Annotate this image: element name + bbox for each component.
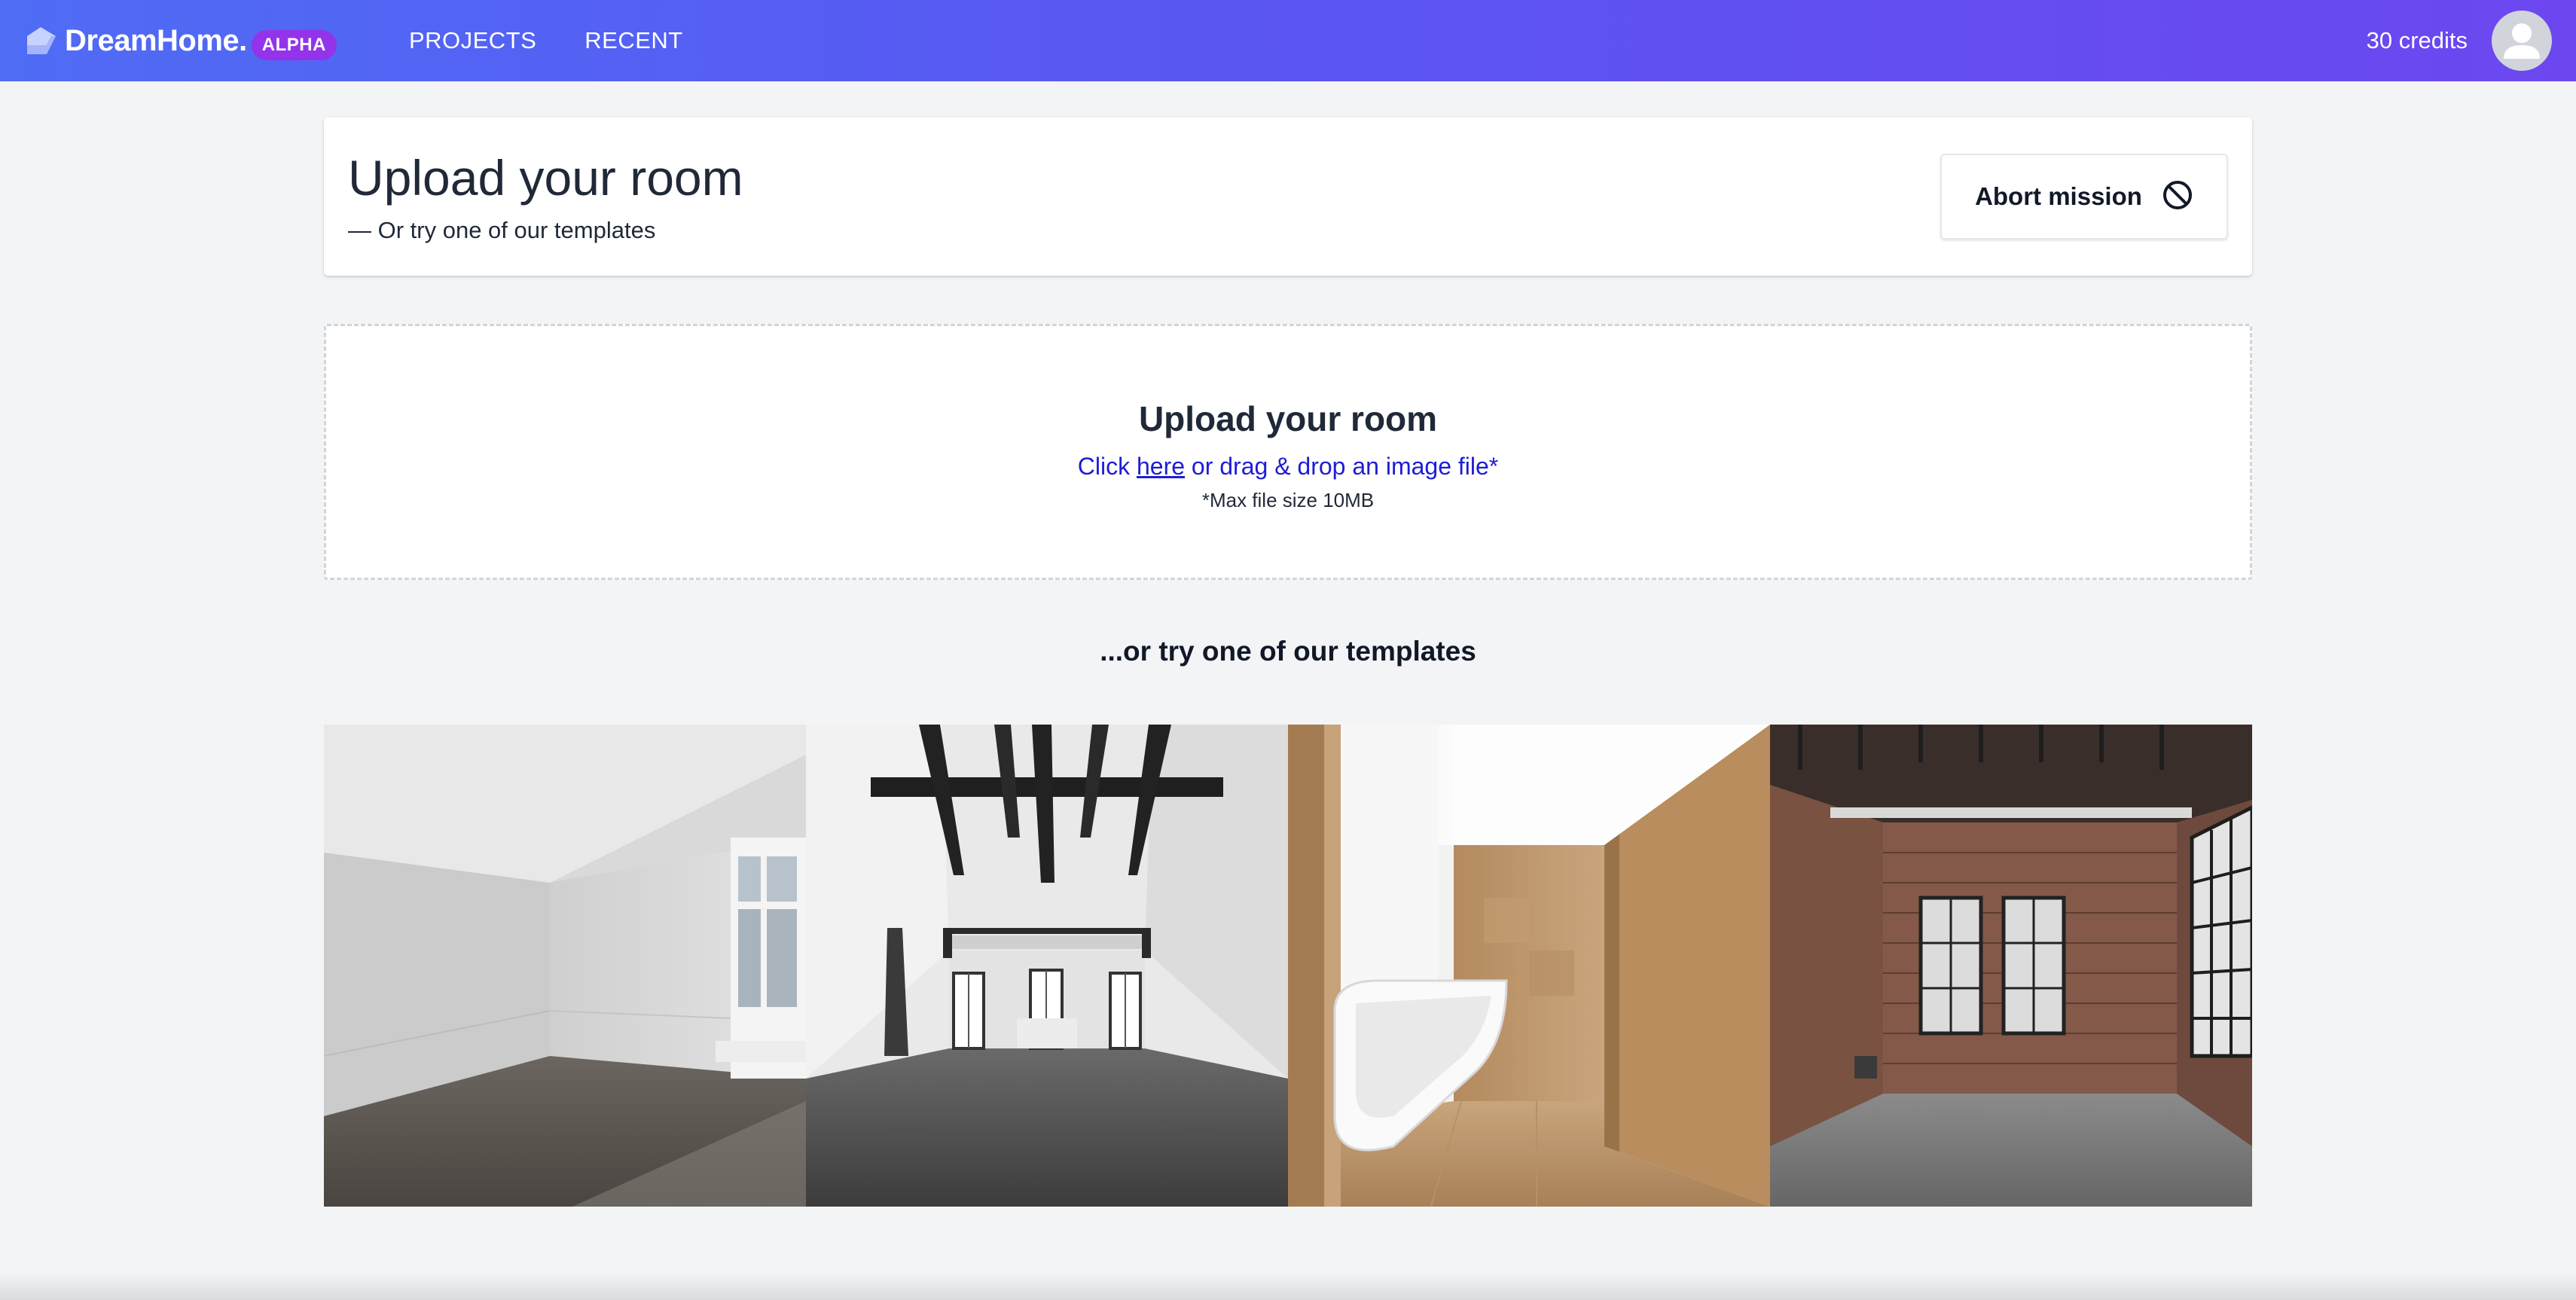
template-empty-white-room[interactable] [324,725,806,1207]
upload-here-link[interactable]: here [1137,453,1185,480]
page-subtitle: — Or try one of our templates [348,217,656,243]
page-header-card: Upload your room — Or try one of our tem… [324,117,2252,276]
max-file-size-note: *Max file size 10MB [1201,489,1375,511]
alpha-badge: ALPHA [251,30,337,60]
account-area: 30 credits [2367,0,2552,81]
house-arrow-icon [24,26,57,56]
template-attic-room[interactable] [806,725,1288,1207]
top-navigation-bar: DreamHome. ALPHA PROJECTS RECENT 30 cred… [0,0,2576,81]
brand-name: DreamHome. [65,23,247,57]
upload-title: Upload your room [1138,399,1438,438]
abort-mission-label: Abort mission [1975,182,2142,210]
prohibited-icon [2162,179,2193,215]
brand[interactable]: DreamHome. ALPHA [24,0,337,81]
main-nav: PROJECTS RECENT [409,27,683,54]
abort-mission-button[interactable]: Abort mission [1940,154,2228,240]
bottom-edge-shadow [0,1273,2576,1300]
templates-grid [324,725,2252,1207]
template-wood-bathroom[interactable] [1288,725,1770,1207]
credits-count: 30 credits [2366,27,2468,53]
nav-item-recent[interactable]: RECENT [584,27,682,54]
template-brick-loft[interactable] [1770,725,2252,1207]
templates-heading: ...or try one of our templates [1100,636,1476,667]
page-title: Upload your room [348,150,743,206]
upload-instruction: Click here or drag & drop an image file* [326,453,2250,481]
upload-instruction-prefix: Click [1077,453,1137,480]
upload-instruction-suffix: or drag & drop an image file* [1185,453,1499,480]
upload-dropzone[interactable]: Upload your room Click here or drag & dr… [324,324,2252,580]
nav-item-projects[interactable]: PROJECTS [409,27,536,54]
user-avatar-icon[interactable] [2492,11,2552,71]
